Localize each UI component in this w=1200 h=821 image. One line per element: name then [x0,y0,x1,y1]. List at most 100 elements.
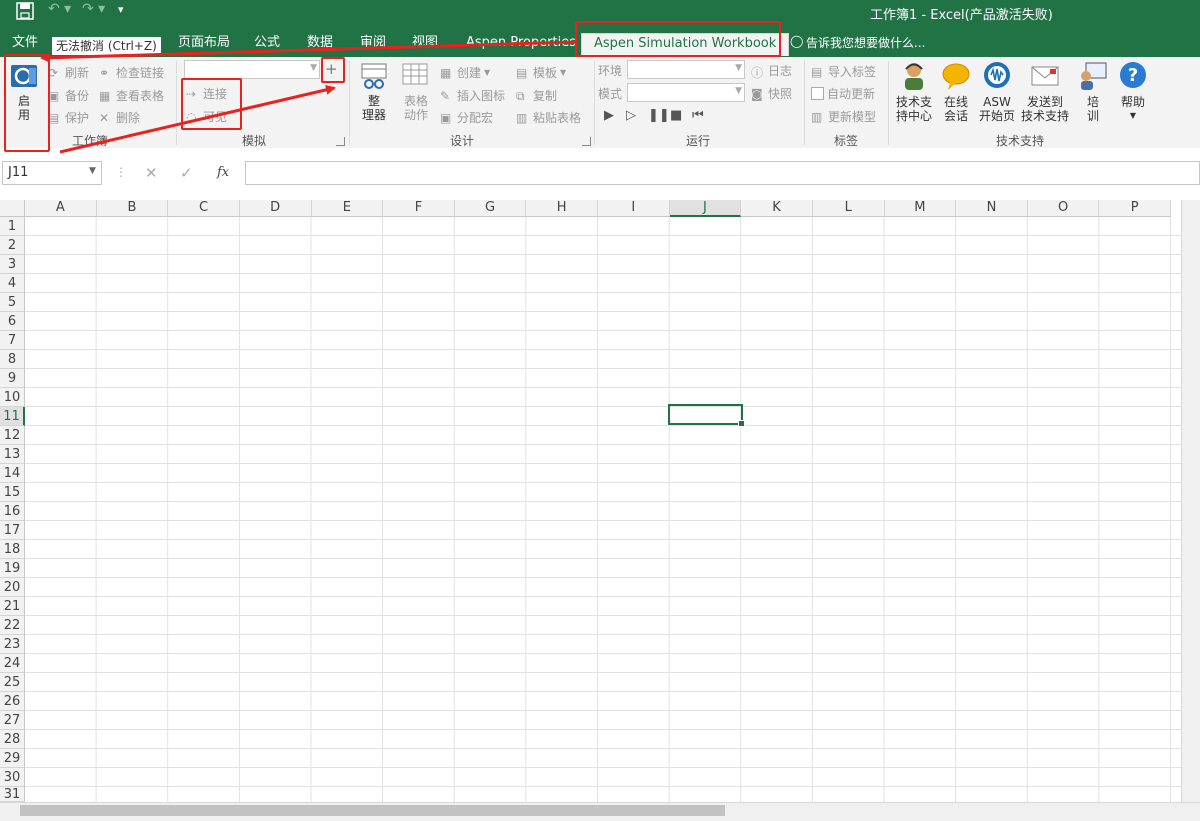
check-links-button[interactable]: ⚭ 检查链接 [99,64,164,81]
protect-button[interactable]: ▤ 保护 [48,109,89,126]
row-header[interactable]: 16 [0,502,25,521]
row-header[interactable]: 27 [0,711,25,730]
pause-button[interactable]: ❚❚ [648,108,670,123]
mode-dropdown[interactable]: ▼ [627,83,745,102]
column-header[interactable]: A [25,200,97,217]
row-header[interactable]: 23 [0,635,25,654]
asw-start-page-button[interactable]: ASW 开始页 [977,60,1017,123]
tab-review[interactable]: 审阅 [360,33,386,55]
column-header[interactable]: K [741,200,813,217]
row-header[interactable]: 7 [0,331,25,350]
tab-page-layout[interactable]: 页面布局 [178,33,230,55]
template-button[interactable]: ▤ 模板 ▼ [516,64,566,81]
row-header[interactable]: 18 [0,540,25,559]
help-button[interactable]: ? 帮助 ▼ [1115,60,1151,123]
send-to-support-button[interactable]: 发送到 技术支持 [1020,60,1070,123]
column-header[interactable]: C [168,200,240,217]
row-header[interactable]: 6 [0,312,25,331]
run-button[interactable]: ▶ [604,108,614,123]
row-header[interactable]: 13 [0,445,25,464]
import-tags-button[interactable]: ▤ 导入标签 [811,63,876,80]
select-all-corner[interactable] [0,200,25,217]
cell-grid[interactable] [25,217,1181,802]
row-header[interactable]: 11 [0,407,25,426]
enter-icon[interactable]: ✓ [180,164,193,182]
row-header[interactable]: 21 [0,597,25,616]
row-header[interactable]: 9 [0,369,25,388]
row-header[interactable]: 5 [0,293,25,312]
reset-button[interactable]: ⏮ [692,108,704,123]
refresh-button[interactable]: ⟳ 刷新 [48,64,89,81]
row-header[interactable]: 25 [0,673,25,692]
table-action-button[interactable]: 表格 动作 [398,61,434,122]
row-header[interactable]: 24 [0,654,25,673]
snapshot-button[interactable]: ◙ 快照 [751,85,792,102]
column-header[interactable]: J [669,200,742,217]
stop-button[interactable]: ■ [670,108,682,123]
delete-button[interactable]: ✕ 删除 [99,109,140,126]
column-header[interactable]: E [311,200,384,217]
insert-icon-button[interactable]: ✎ 插入图标 [440,87,505,104]
row-header[interactable]: 20 [0,578,25,597]
log-button[interactable]: ⓘ 日志 [751,62,792,80]
row-header[interactable]: 1 [0,217,25,236]
row-header[interactable]: 10 [0,388,25,407]
row-header[interactable]: 12 [0,426,25,445]
tab-file[interactable]: 文件 [12,33,38,55]
organizer-button[interactable]: 整 理器 [356,61,392,122]
column-header[interactable]: P [1099,200,1171,217]
name-box[interactable]: J11 [2,161,102,185]
cancel-icon[interactable]: ✕ [145,164,158,182]
column-header[interactable]: B [96,200,169,217]
column-header[interactable]: O [1027,200,1100,217]
copy-button[interactable]: ⧉ 复制 [516,87,557,104]
online-chat-button[interactable]: 在线 会话 [939,60,973,123]
row-header[interactable]: 26 [0,692,25,711]
column-header[interactable]: H [526,200,598,217]
row-header[interactable]: 31 [0,787,25,802]
create-button[interactable]: ▦ 创建 ▼ [440,64,490,81]
column-header[interactable]: G [454,200,527,217]
column-header[interactable]: D [239,200,312,217]
vertical-scrollbar[interactable] [1181,200,1200,802]
row-header[interactable]: 19 [0,559,25,578]
dialog-launcher-icon[interactable] [582,137,591,146]
column-header[interactable]: N [956,200,1028,217]
customize-qat-icon[interactable]: ▾ [118,3,124,16]
step-button[interactable]: ▷ [626,108,636,123]
update-model-button[interactable]: ▥ 更新模型 [811,108,876,125]
insert-function-icon[interactable]: fx [217,165,229,180]
chevron-down-icon[interactable]: ▼ [89,166,96,176]
tell-me-search[interactable]: 告诉我您想要做什么... [806,33,925,53]
redo-icon[interactable]: ↷ ▾ [82,1,105,17]
horizontal-scroll-thumb[interactable] [20,805,725,816]
row-header[interactable]: 2 [0,236,25,255]
environment-dropdown[interactable]: ▼ [627,60,745,79]
auto-update-checkbox[interactable]: 自动更新 [811,85,875,102]
view-table-button[interactable]: ▦ 查看表格 [99,87,164,104]
column-header[interactable]: L [812,200,885,217]
training-button[interactable]: 培 训 [1075,60,1111,123]
column-header[interactable]: I [598,200,670,217]
row-header[interactable]: 4 [0,274,25,293]
row-header[interactable]: 8 [0,350,25,369]
assign-macro-button[interactable]: ▣ 分配宏 [440,109,493,126]
selected-cell[interactable] [668,404,745,427]
row-header[interactable]: 30 [0,768,25,787]
backup-button[interactable]: ▣ 备份 [48,87,89,104]
row-header[interactable]: 28 [0,730,25,749]
row-header[interactable]: 29 [0,749,25,768]
row-header[interactable]: 22 [0,616,25,635]
row-header[interactable]: 14 [0,464,25,483]
tab-aspen-properties[interactable]: Aspen Properties [466,33,576,55]
tab-data[interactable]: 数据 [307,33,333,55]
tab-view[interactable]: 视图 [412,33,438,55]
simulation-dropdown[interactable]: ▼ [184,60,320,79]
column-header[interactable]: M [884,200,957,217]
column-header[interactable]: F [383,200,455,217]
row-header[interactable]: 15 [0,483,25,502]
save-icon[interactable] [16,2,34,20]
formula-input[interactable] [245,161,1200,185]
row-header[interactable]: 17 [0,521,25,540]
undo-icon[interactable]: ↶ ▾ [48,1,71,17]
